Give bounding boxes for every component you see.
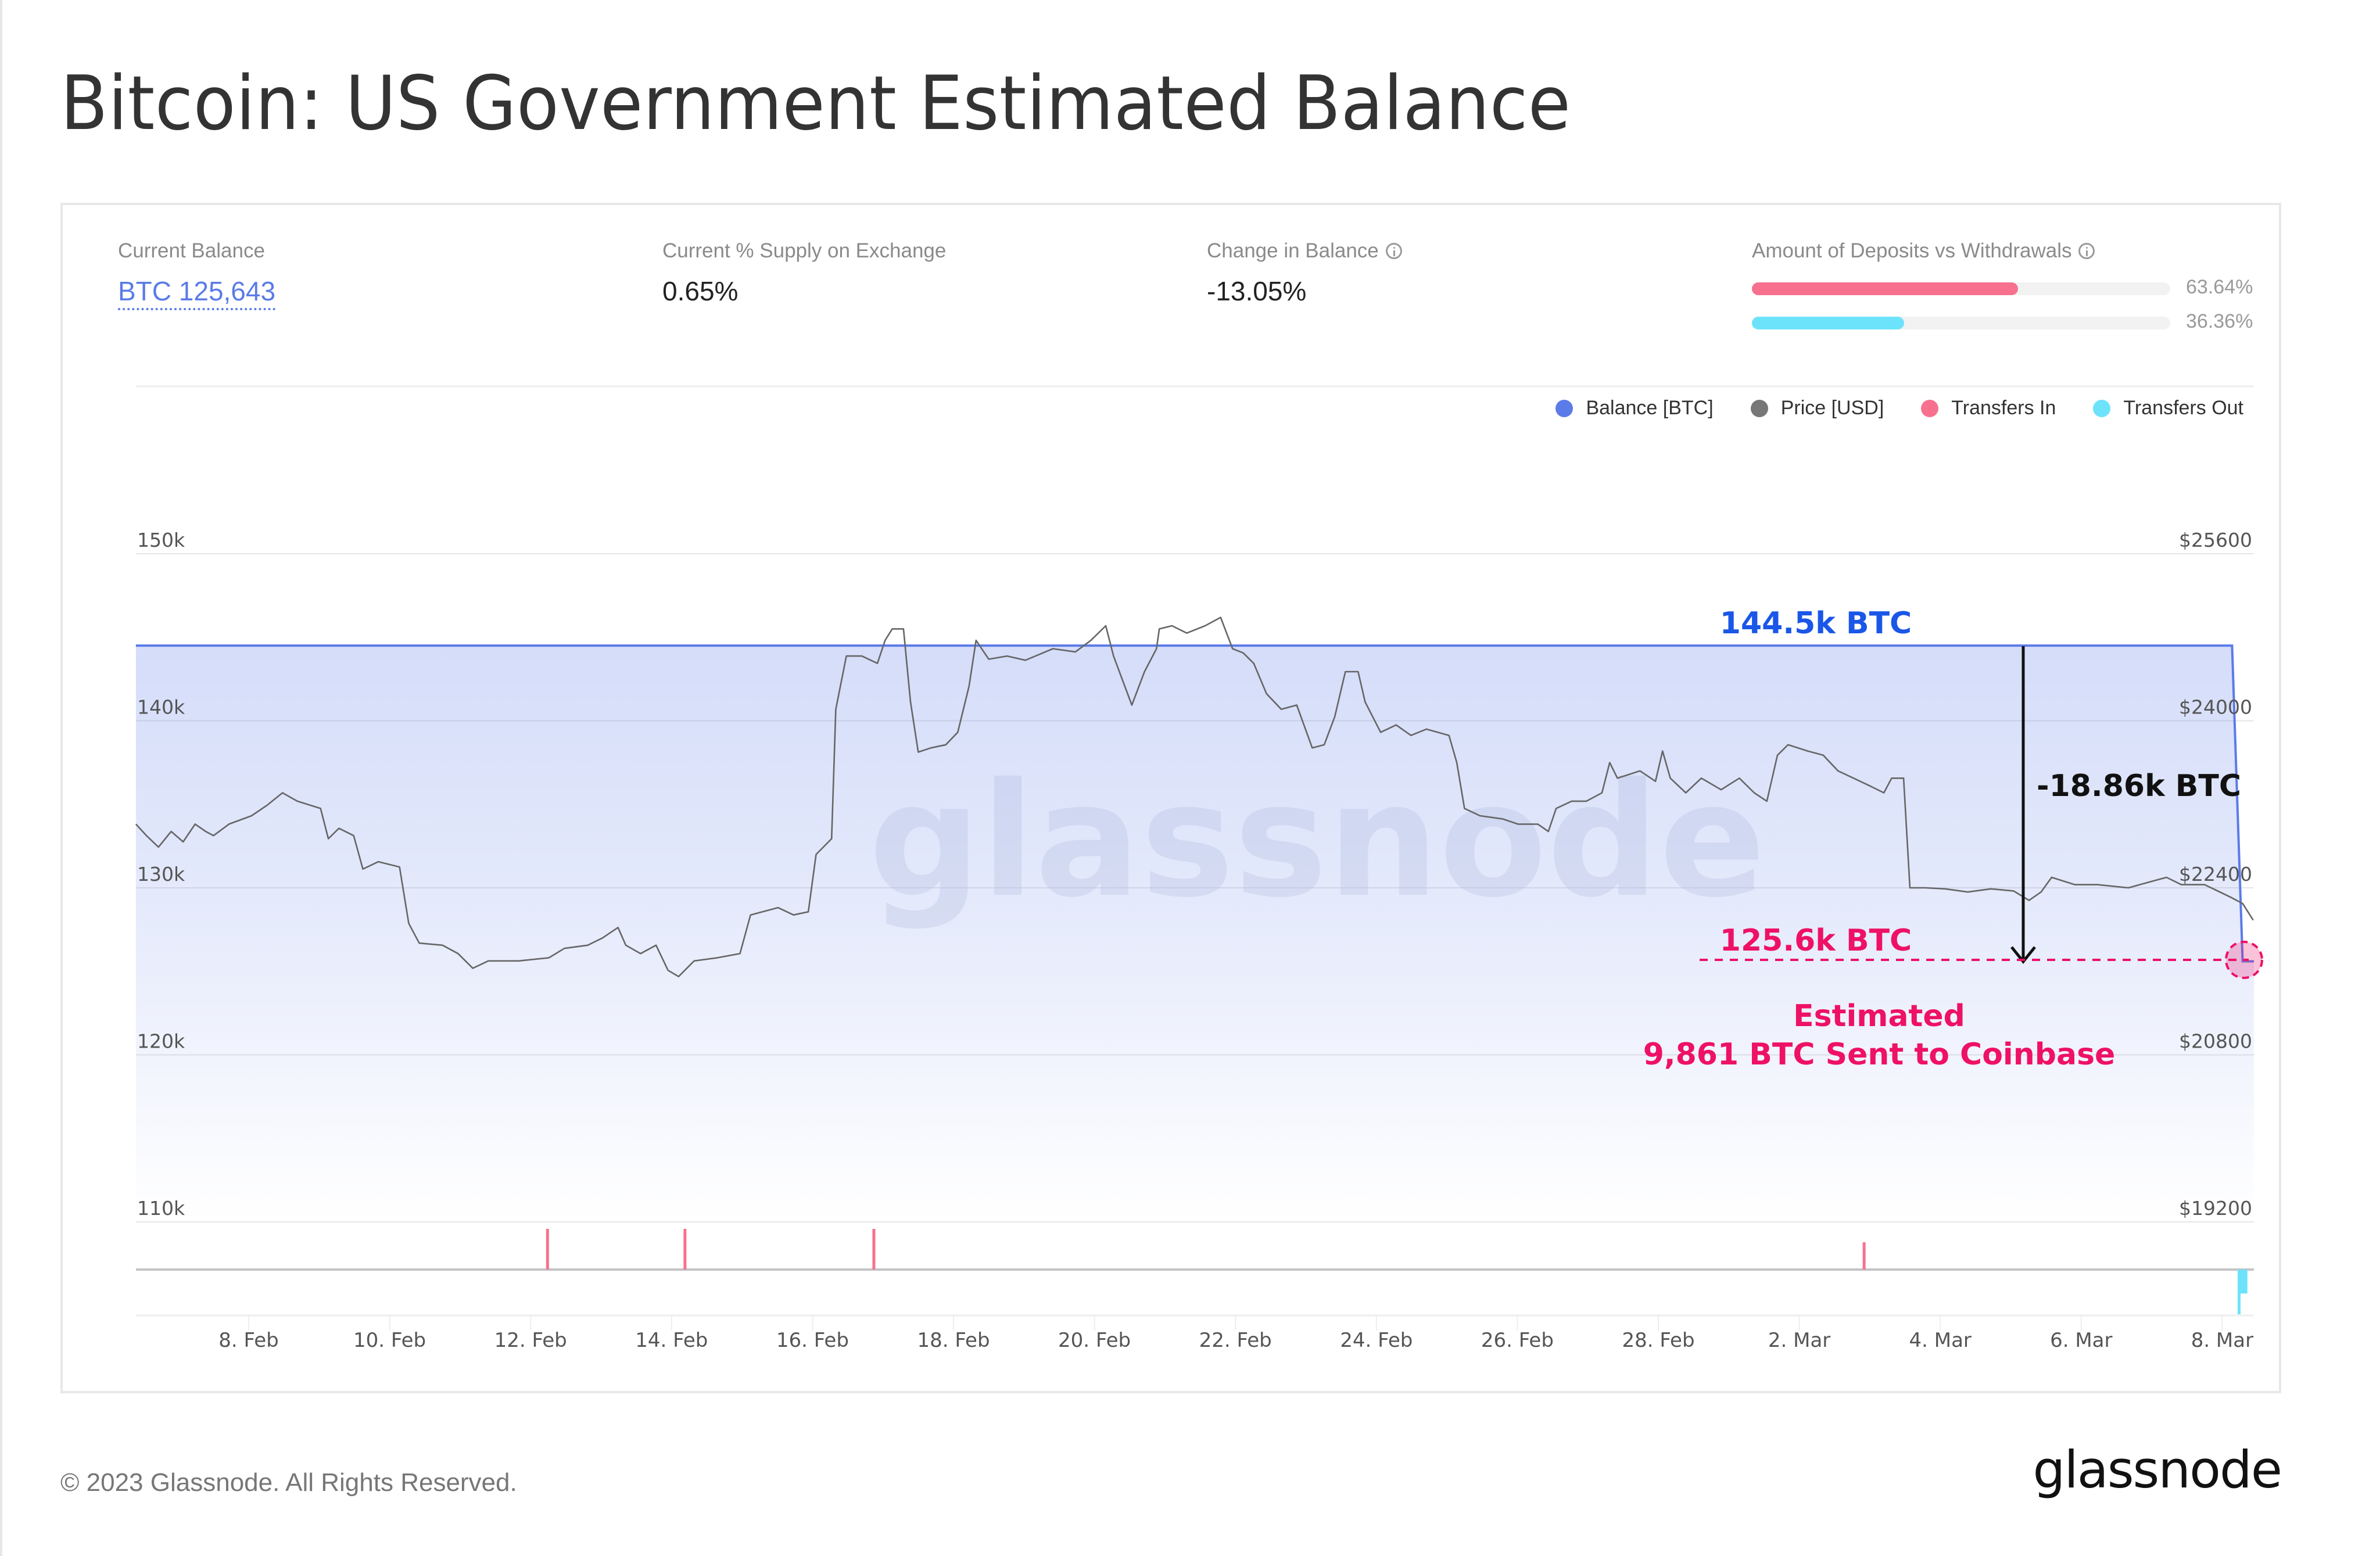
x-axis-tick-label: 8. Mar (2191, 1329, 2253, 1352)
x-axis-tick-label: 16. Feb (776, 1329, 849, 1352)
x-axis-tick-label: 14. Feb (635, 1329, 708, 1352)
annotation-top-balance: 144.5k BTC (1720, 606, 1912, 641)
chart-svg: glassnode 150k140k130k120k110k $25600$24… (135, 385, 2263, 1352)
transfer-in-bar (1862, 1242, 1866, 1270)
balance-area (135, 646, 2254, 1222)
x-axis-tick-label: 12. Feb (494, 1329, 567, 1352)
x-axis-tick-label: 10. Feb (353, 1329, 426, 1352)
right-axis-tick-label: $19200 (2179, 1197, 2252, 1220)
x-axis-tick-label: 26. Feb (1481, 1329, 1554, 1352)
x-axis-tick-label: 18. Feb (917, 1329, 990, 1352)
left-axis-tick-label: 150k (137, 529, 185, 551)
x-axis-tick-label: 8. Feb (218, 1329, 278, 1352)
transfer-in-bar (683, 1229, 687, 1270)
left-axis-tick-label: 140k (137, 696, 185, 719)
right-axis-tick-label: $25600 (2179, 529, 2252, 551)
x-axis-tick-label: 24. Feb (1340, 1329, 1413, 1352)
left-axis-tick-label: 110k (137, 1197, 185, 1220)
x-axis-tick-label: 22. Feb (1199, 1329, 1272, 1352)
annotation-bottom-balance: 125.6k BTC (1720, 923, 1912, 958)
annotation-change: -18.86k BTC (2037, 769, 2241, 804)
right-axis-tick-label: $22400 (2179, 863, 2252, 885)
annotation-highlight-circle (2225, 941, 2263, 979)
annotation-note-line1: Estimated (1793, 999, 1965, 1034)
x-axis-tick-label: 4. Mar (1909, 1329, 1971, 1352)
transfer-in-bar (872, 1229, 876, 1270)
annotation-note-line2: 9,861 BTC Sent to Coinbase (1643, 1037, 2116, 1072)
x-axis-tick-label: 28. Feb (1622, 1329, 1694, 1352)
x-axis-tick-label: 2. Mar (1768, 1329, 1830, 1352)
x-axis-tick-label: 6. Mar (2050, 1329, 2112, 1352)
left-axis-tick-label: 130k (137, 863, 185, 885)
footer-copyright: © 2023 Glassnode. All Rights Reserved. (60, 1468, 517, 1497)
right-axis-tick-label: $24000 (2179, 696, 2252, 719)
right-axis-tick-label: $20800 (2179, 1030, 2252, 1053)
transfers-panel (136, 1229, 2254, 1317)
glassnode-logo[interactable]: glassnode (2033, 1440, 2282, 1500)
transfer-in-bar (546, 1229, 549, 1270)
x-axis-ticks: 8. Feb 10. Feb 12. Feb 14. Feb 16. Feb 18. Fe… (218, 1315, 2253, 1352)
left-axis-tick-label: 120k (137, 1030, 185, 1053)
transfer-out-bar (2239, 1270, 2248, 1294)
x-axis-tick-label: 20. Feb (1058, 1329, 1131, 1352)
